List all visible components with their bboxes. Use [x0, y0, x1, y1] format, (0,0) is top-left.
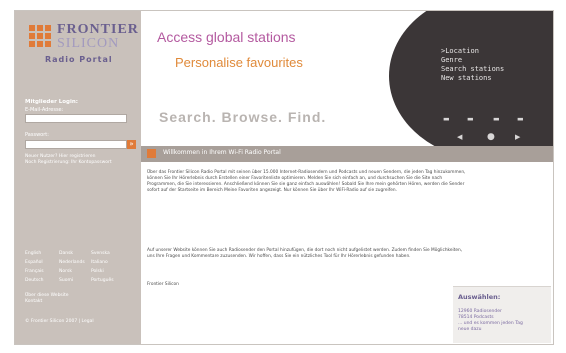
- password-label: Passwort:: [25, 132, 49, 138]
- language-link[interactable]: Svenska: [91, 251, 110, 256]
- copyright-text: © Frontier Silicon 2007 | Legal: [25, 319, 94, 324]
- radio-button-icon: ▬: [467, 115, 474, 123]
- logo-subtitle: Radio Portal: [45, 55, 113, 64]
- radio-menu-item: Genre: [441, 56, 463, 64]
- language-link[interactable]: Français: [25, 269, 44, 274]
- logo-text-silicon: SILICON: [57, 36, 120, 51]
- stats-box-title: Auswählen:: [458, 293, 501, 301]
- forgot-password-link[interactable]: Noch Registrierung: Ihr Kontopasswort: [25, 160, 135, 166]
- password-field[interactable]: [25, 140, 127, 149]
- language-link[interactable]: Português: [91, 278, 114, 283]
- tagline-access: Access global stations: [157, 29, 296, 45]
- login-go-button[interactable]: »: [127, 140, 136, 149]
- stats-box-lines: 12960 Radiosender 78514 Podcasts ... und…: [458, 309, 523, 333]
- info-paragraph: Auf unserer Website können Sie auch Radi…: [147, 248, 463, 259]
- radio-button-icon: ▬: [493, 115, 500, 123]
- radio-select-knob-icon: ●: [487, 132, 495, 142]
- title-square-icon: [147, 149, 156, 158]
- language-link[interactable]: English: [25, 251, 41, 256]
- stats-box: Auswählen: 12960 Radiosender 78514 Podca…: [453, 286, 551, 343]
- radio-menu-item: New stations: [441, 74, 492, 82]
- language-link[interactable]: Suomi: [59, 278, 73, 283]
- intro-paragraph: Über das Frontier Silicon Radio Portal m…: [147, 170, 466, 193]
- radio-left-arrow-icon: ◀: [457, 133, 463, 141]
- radio-menu-item: >Location: [441, 47, 479, 55]
- email-label: E-Mail-Adresse:: [25, 107, 64, 113]
- frontier-silicon-logo[interactable]: FRONTIER SILICON Radio Portal: [25, 19, 138, 79]
- signoff-text: Frontier Silicon: [147, 282, 179, 287]
- contact-link[interactable]: Kontakt: [25, 299, 135, 305]
- radio-button-icon: ▬: [517, 115, 524, 123]
- radio-right-arrow-icon: ▶: [515, 133, 521, 141]
- main-content: Über das Frontier Silicon Radio Portal m…: [141, 162, 553, 344]
- language-link[interactable]: Nederlands: [59, 260, 85, 265]
- email-field[interactable]: [25, 114, 127, 123]
- sidebar: FRONTIER SILICON Radio Portal Mitglieder…: [15, 11, 141, 344]
- hero-banner: Access global stations Personalise favou…: [141, 11, 553, 146]
- login-heading: Mitglieder Login:: [25, 99, 78, 105]
- portal-window: FRONTIER SILICON Radio Portal Mitglieder…: [14, 10, 554, 345]
- tagline-search: Search. Browse. Find.: [159, 109, 327, 125]
- content-title-bar: Willkommen in Ihrem Wi-Fi Radio Portal: [141, 146, 553, 162]
- radio-menu-item: Search stations: [441, 65, 505, 73]
- tagline-personalise: Personalise favourites: [175, 55, 303, 70]
- radio-button-icon: ▬: [443, 115, 450, 123]
- radio-display-menu: >Location Genre Search stations New stat…: [441, 47, 504, 83]
- language-link[interactable]: Norsk: [59, 269, 72, 274]
- language-link[interactable]: Dansk: [59, 251, 73, 256]
- language-link[interactable]: Deutsch: [25, 278, 44, 283]
- language-link[interactable]: Español: [25, 260, 43, 265]
- page-title: Willkommen in Ihrem Wi-Fi Radio Portal: [163, 149, 281, 156]
- language-link[interactable]: Italiano: [91, 260, 108, 265]
- language-link[interactable]: Polski: [91, 269, 104, 274]
- stats-line[interactable]: neue dazu: [458, 327, 523, 333]
- logo-grid-icon: [29, 25, 51, 47]
